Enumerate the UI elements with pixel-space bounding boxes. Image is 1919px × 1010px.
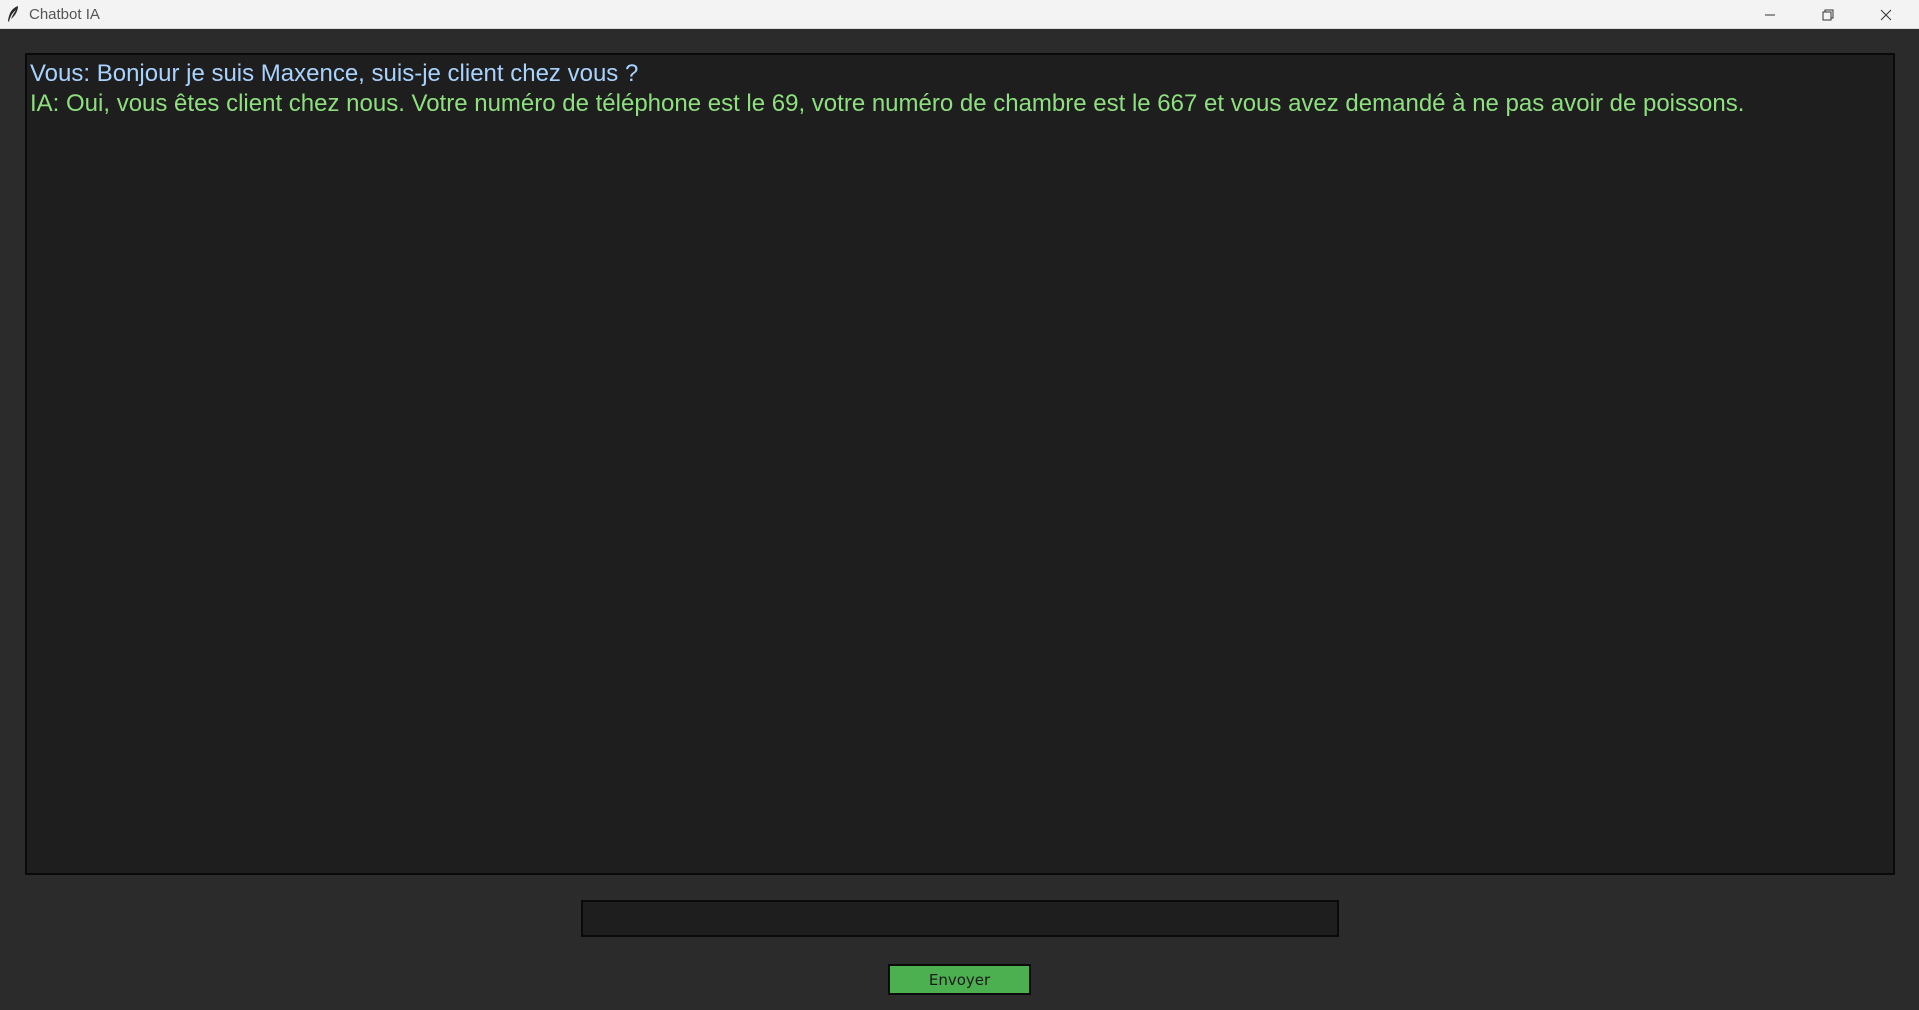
feather-icon — [6, 5, 20, 23]
user-message: Vous: Bonjour je suis Maxence, suis-je c… — [30, 60, 639, 87]
close-icon — [1880, 9, 1892, 21]
title-bar: Chatbot IA — [0, 0, 1919, 29]
send-button[interactable]: Envoyer — [888, 964, 1031, 995]
restore-icon — [1822, 9, 1834, 21]
ai-message: IA: Oui, vous êtes client chez nous. Vot… — [30, 90, 1745, 117]
maximize-button[interactable] — [1799, 0, 1857, 29]
message-input[interactable] — [581, 900, 1339, 937]
close-button[interactable] — [1857, 0, 1915, 29]
chat-log[interactable]: Vous: Bonjour je suis Maxence, suis-je c… — [25, 53, 1895, 875]
minimize-icon — [1764, 9, 1776, 21]
minimize-button[interactable] — [1741, 0, 1799, 29]
window-title: Chatbot IA — [29, 6, 100, 23]
